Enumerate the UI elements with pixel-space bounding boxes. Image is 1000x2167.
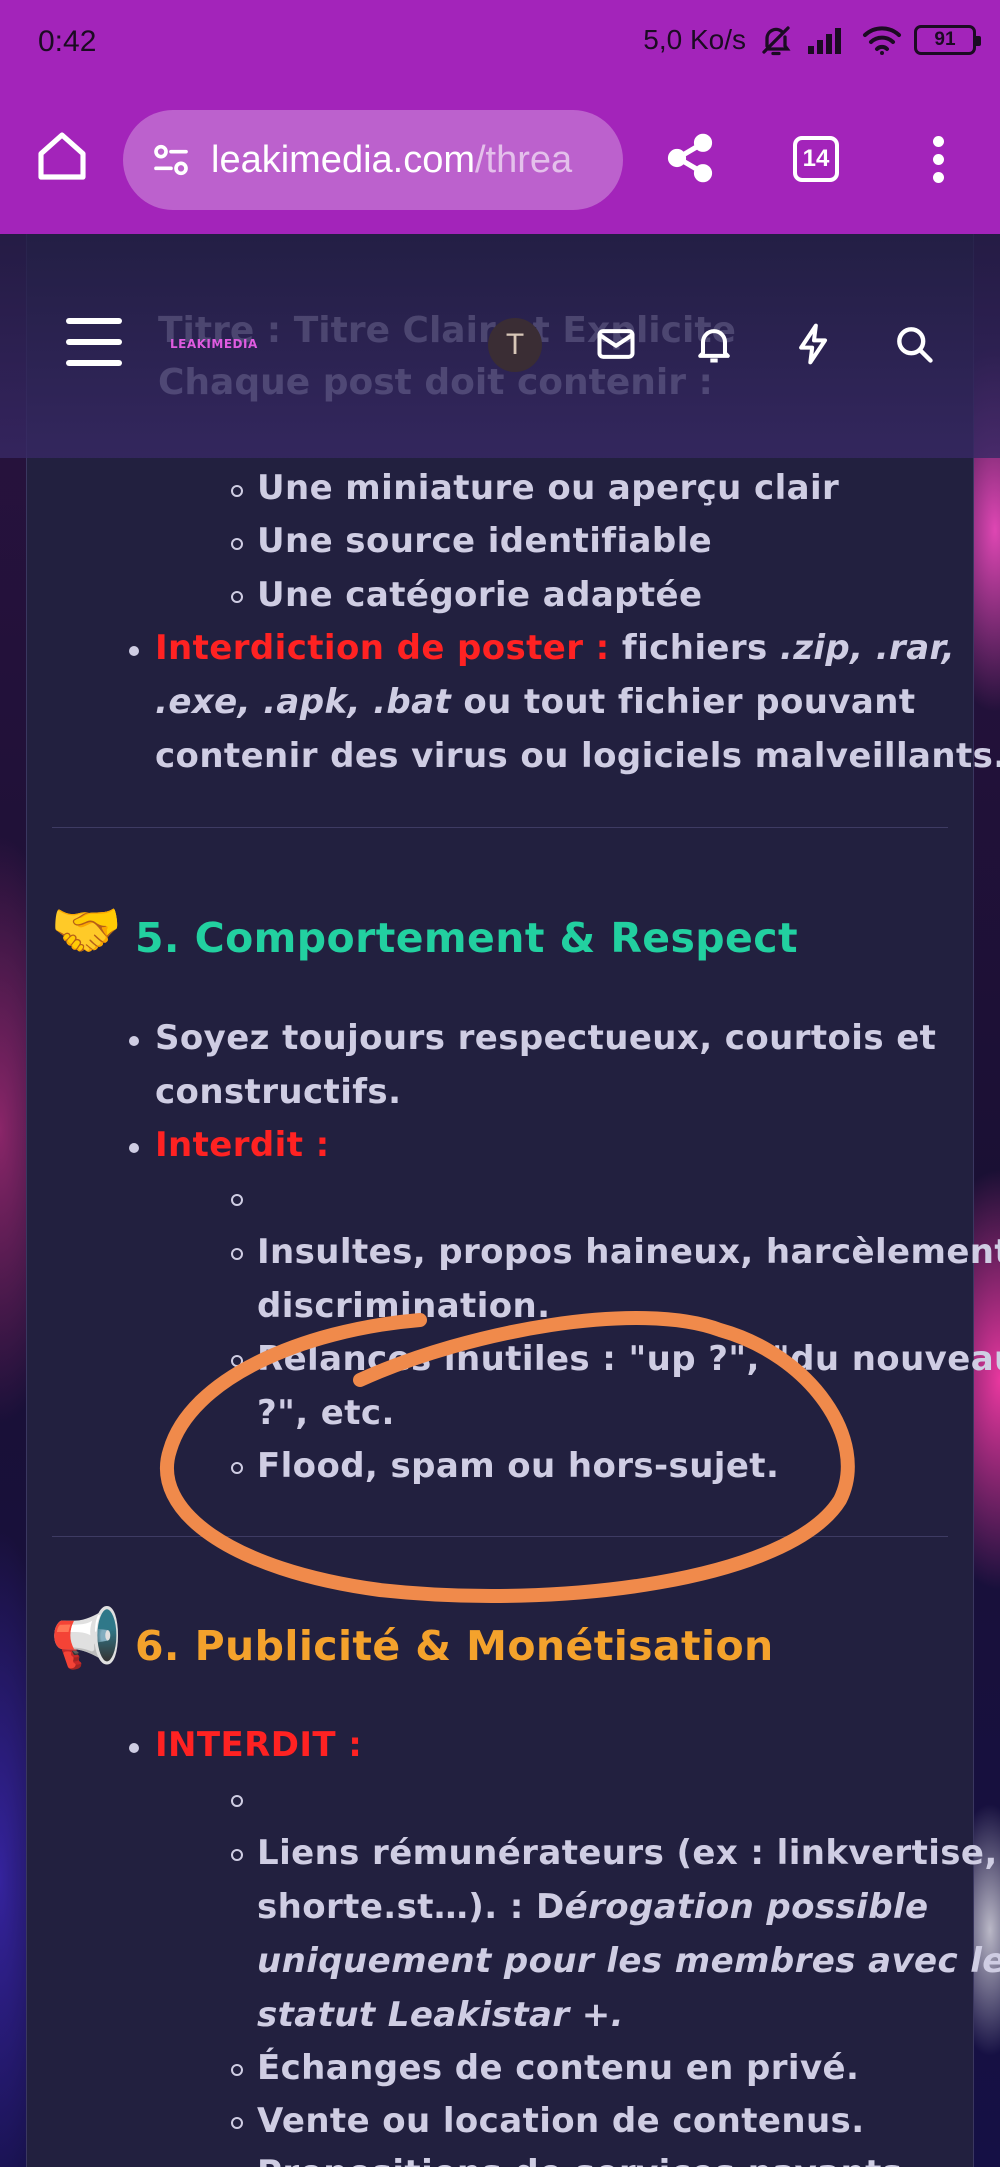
list-item: Liens rémunérateurs (ex : linkvertise, (257, 1833, 998, 1873)
list-item-text: ?", etc. (257, 1393, 395, 1433)
status-time: 0:42 (38, 25, 97, 58)
overflow-menu-icon[interactable] (928, 136, 948, 186)
mail-icon[interactable] (594, 322, 638, 366)
divider (52, 827, 948, 828)
list-item-text: shorte.st…). : Dérogation possible (257, 1887, 929, 1927)
list-item: Vente ou location de contenus. (257, 2101, 865, 2141)
megaphone-icon: 📢 (50, 1604, 123, 1672)
handshake-icon: 🤝 (50, 896, 123, 964)
lightning-icon[interactable] (792, 322, 836, 366)
list-item: Flood, spam ou hors-sujet. (257, 1446, 780, 1486)
tab-count: 14 (802, 145, 830, 172)
sub-bullet (231, 1248, 243, 1260)
battery-level: 91 (934, 29, 956, 50)
battery-icon: 91 (914, 25, 981, 55)
list-item: Une miniature ou aperçu clair (257, 468, 840, 508)
sub-bullet (231, 485, 243, 497)
address-bar[interactable]: leakimedia.com/threa (123, 110, 623, 210)
url-path: /threa (475, 138, 573, 181)
user-avatar[interactable]: T (488, 318, 542, 372)
list-item-text: uniquement pour les membres avec le (257, 1941, 1000, 1981)
bullet (129, 1743, 139, 1753)
sub-bullet (231, 1462, 243, 1474)
url-domain: leakimedia.com (211, 138, 475, 181)
search-icon[interactable] (892, 322, 936, 366)
list-item: Propositions de services payants (257, 2153, 902, 2167)
status-bar: 0:42 5,0 Ko/s 91 (0, 0, 1000, 88)
list-item: Une catégorie adaptée (257, 575, 703, 615)
list-item-text: constructifs. (155, 1072, 402, 1112)
muted-bell-icon (762, 26, 791, 56)
list-item: Insultes, propos haineux, harcèlement, (257, 1232, 1000, 1272)
list-item: Soyez toujours respectueux, courtois et (155, 1018, 937, 1058)
hamburger-menu-icon[interactable] (66, 318, 122, 366)
forbidden-label: Interdit : (155, 1125, 330, 1165)
wifi-icon (863, 26, 901, 55)
sub-bullet (231, 1355, 243, 1367)
list-item: Échanges de contenu en privé. (257, 2048, 860, 2088)
list-item-forbidden-files: Interdiction de poster : fichiers .zip, … (155, 628, 956, 668)
sub-bullet (231, 1194, 243, 1206)
bullet (129, 646, 139, 656)
section-6-heading: 6. Publicité & Monétisation (135, 1622, 774, 1670)
share-icon[interactable] (664, 132, 716, 184)
sub-bullet (231, 1849, 243, 1861)
forbidden-label: INTERDIT : (155, 1725, 363, 1765)
sub-bullet (231, 2064, 243, 2076)
site-settings-icon[interactable] (151, 140, 191, 180)
sub-bullet (231, 538, 243, 550)
bullet (129, 1036, 139, 1046)
list-item-text: .exe, .apk, .bat ou tout fichier pouvant (155, 682, 916, 722)
sub-bullet (231, 591, 243, 603)
list-item: Une source identifiable (257, 521, 713, 561)
ghost-subheading: Chaque post doit contenir : (158, 362, 713, 403)
list-item-text: statut Leakistar +. (257, 1995, 624, 2035)
avatar-letter: T (505, 328, 525, 361)
tabs-button[interactable]: 14 (793, 136, 839, 182)
list-item: Relances inutiles : "up ?", "du nouveau (257, 1339, 1000, 1379)
list-item-text: discrimination. (257, 1286, 551, 1326)
sub-bullet (231, 1795, 243, 1807)
signal-icon (808, 28, 841, 54)
list-item-text: contenir des virus ou logiciels malveill… (155, 736, 1000, 776)
sub-bullet (231, 2117, 243, 2129)
bullet (129, 1143, 139, 1153)
site-logo[interactable]: LEAKIMEDIA (170, 337, 258, 351)
browser-toolbar: leakimedia.com/threa 14 (0, 88, 1000, 234)
section-5-heading: 5. Comportement & Respect (135, 914, 798, 962)
home-icon[interactable] (34, 128, 90, 184)
forbidden-label: Interdiction de poster : (155, 628, 610, 668)
divider (52, 1536, 948, 1537)
network-speed: 5,0 Ko/s (643, 24, 746, 55)
bell-icon[interactable] (692, 322, 736, 366)
